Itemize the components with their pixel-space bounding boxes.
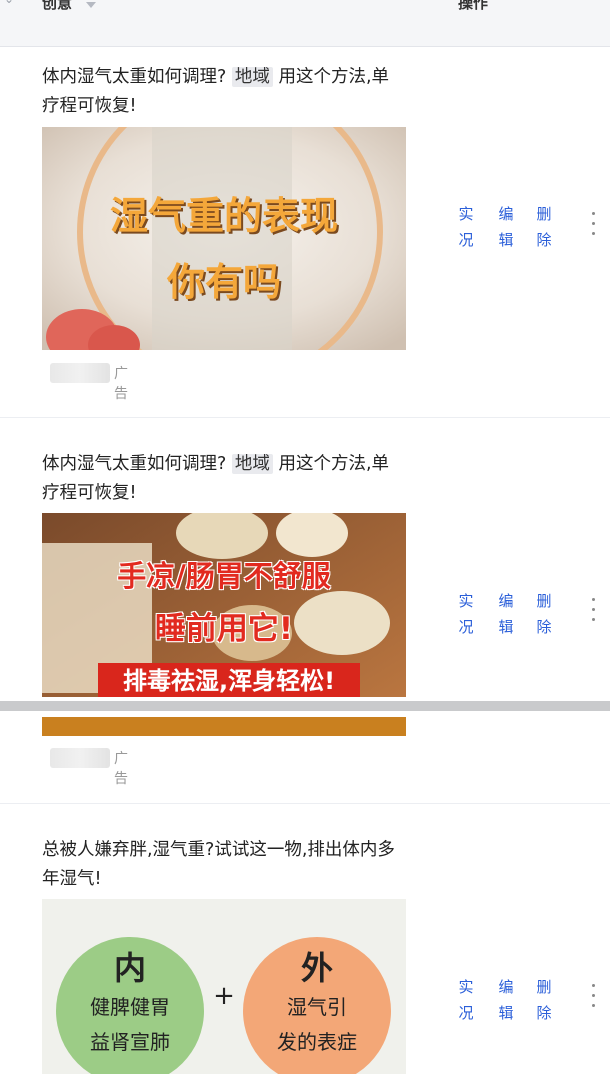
delete-link[interactable]: 除 (534, 1002, 554, 1023)
advertiser-avatar (50, 363, 110, 383)
sort-icon[interactable] (86, 2, 96, 8)
region-tag: 地域 (231, 454, 273, 474)
image-overlay-text: 你有吗 (166, 260, 281, 304)
circle-right-line: 发的表症 (277, 1030, 357, 1054)
chevron-down-icon[interactable]: ⌄ (4, 0, 14, 6)
circle-left-heading: 内 (113, 949, 146, 987)
creative-image: 内 健脾健胃 益肾宣肺 + 外 湿气引 发的表症 (42, 899, 406, 1074)
creative-title: 体内湿气太重如何调理? 地域 用这个方法,单疗程可恢复! (42, 454, 390, 503)
edit-link[interactable]: 辑 (496, 616, 516, 637)
table-row: 总被人嫌弃胖,湿气重?试试这一物,排出体内多年湿气! 内 健脾健胃 益肾宣肺 +… (0, 804, 610, 1074)
edit-link[interactable]: 编 (496, 590, 516, 611)
column-header-action: 操作 (458, 0, 489, 12)
region-tag: 地域 (231, 67, 273, 87)
ad-label: 广告 (114, 366, 128, 402)
edit-link[interactable]: 编 (496, 203, 516, 224)
circle-right-heading: 外 (300, 949, 333, 987)
creative-image: 湿气重的表现 你有吗 (42, 127, 406, 350)
live-status-link[interactable]: 况 (456, 1002, 476, 1023)
live-status-link[interactable]: 实 (456, 976, 476, 997)
delete-link[interactable]: 删 (534, 590, 554, 611)
live-status-link[interactable]: 实 (456, 590, 476, 611)
delete-link[interactable]: 删 (534, 203, 554, 224)
live-status-link[interactable]: 实 (456, 203, 476, 224)
circle-right-line: 湿气引 (287, 995, 347, 1019)
more-options-icon[interactable] (586, 982, 602, 1012)
image-banner-text: 排毒祛湿,浑身轻松! (98, 663, 360, 699)
more-options-icon[interactable] (586, 596, 602, 626)
creative-title: 总被人嫌弃胖,湿气重?试试这一物,排出体内多年湿气! (42, 840, 395, 889)
delete-link[interactable]: 删 (534, 976, 554, 997)
live-status-link[interactable]: 况 (456, 229, 476, 250)
edit-link[interactable]: 编 (496, 976, 516, 997)
ad-label: 广告 (114, 751, 128, 787)
live-status-link[interactable]: 况 (456, 616, 476, 637)
circle-left-line: 益肾宣肺 (90, 1030, 170, 1054)
edit-link[interactable]: 辑 (496, 229, 516, 250)
advertiser-avatar (50, 748, 110, 768)
delete-link[interactable]: 除 (534, 229, 554, 250)
creative-title: 体内湿气太重如何调理? 地域 用这个方法,单疗程可恢复! (42, 67, 390, 116)
table-header: ⌄ 创意 操作 (0, 0, 610, 47)
table-row: 体内湿气太重如何调理? 地域 用这个方法,单疗程可恢复! 手凉/肠胃不舒服 睡前… (0, 418, 610, 804)
delete-link[interactable]: 除 (534, 616, 554, 637)
circle-left-line: 健脾健胃 (90, 995, 170, 1019)
edit-link[interactable]: 辑 (496, 1002, 516, 1023)
image-overlay-text: 湿气重的表现 (109, 194, 338, 238)
screenshot-divider (0, 697, 610, 717)
column-header-creative: 创意 (42, 0, 73, 12)
image-overlay-text: 手凉/肠胃不舒服 (117, 559, 331, 593)
plus-sign: + (213, 981, 235, 1011)
more-options-icon[interactable] (586, 210, 602, 240)
image-overlay-text: 睡前用它! (154, 611, 294, 647)
table-row: 体内湿气太重如何调理? 地域 用这个方法,单疗程可恢复! 湿气重的表现 你有吗 … (0, 47, 610, 418)
